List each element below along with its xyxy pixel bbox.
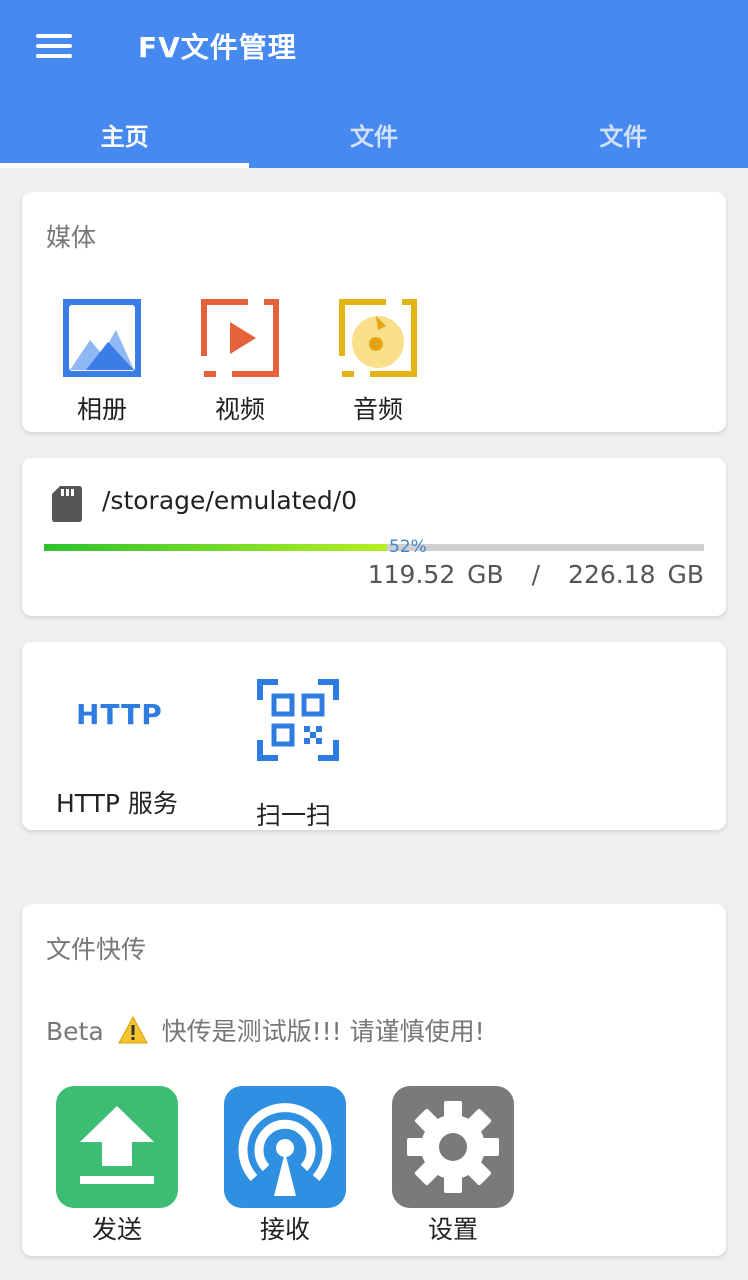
settings-button[interactable]: 设置 [391, 1086, 515, 1246]
beta-prefix: Beta [46, 1017, 104, 1046]
sd-card-icon [52, 486, 82, 522]
http-icon: HTTP [76, 698, 163, 731]
storage-separator: / [531, 560, 541, 589]
scan-button[interactable]: 扫一扫 [256, 678, 340, 832]
photo-album-label: 相册 [76, 395, 127, 424]
tab-bar: 主页 文件 文件 [0, 100, 748, 168]
tab-files-2[interactable]: 文件 [499, 100, 748, 168]
storage-path: /storage/emulated/0 [102, 486, 358, 515]
storage-size: 119.52 GB / 226.18 GB [368, 560, 704, 589]
storage-progress-bar [44, 544, 704, 551]
scan-label: 扫一扫 [256, 801, 332, 830]
tools-card: HTTP HTTP 服务 扫一扫 [22, 642, 726, 830]
media-title: 媒体 [46, 223, 97, 252]
send-label: 发送 [91, 1215, 142, 1244]
file-transfer-card: 文件快传 Beta 快传是测试版!!! 请谨慎使用! 发送 接收 设置 [22, 904, 726, 1256]
video-label: 视频 [214, 395, 265, 424]
tab-home[interactable]: 主页 [0, 100, 249, 168]
send-icon [56, 1086, 178, 1208]
beta-warning: Beta 快传是测试版!!! 请谨慎使用! [46, 1012, 485, 1048]
storage-progress-fill [44, 544, 387, 551]
media-card: 媒体 相册 视频 音频 [22, 192, 726, 432]
send-button[interactable]: 发送 [55, 1086, 179, 1246]
app-bar: FV文件管理 主页 文件 文件 [0, 0, 748, 168]
app-title: FV文件管理 [138, 31, 297, 64]
http-service-button[interactable]: HTTP HTTP 服务 [56, 698, 178, 820]
photo-album-button[interactable]: 相册 [52, 296, 152, 426]
photo-album-icon [63, 299, 141, 377]
audio-label: 音频 [352, 395, 403, 424]
video-button[interactable]: 视频 [190, 296, 290, 426]
tab-files-1[interactable]: 文件 [249, 100, 498, 168]
receive-icon [224, 1086, 346, 1208]
receive-label: 接收 [259, 1215, 310, 1244]
video-icon [201, 299, 279, 377]
warning-icon [117, 1016, 148, 1044]
storage-percent: 52% [389, 537, 427, 557]
qr-scan-icon [257, 679, 339, 761]
menu-icon[interactable] [36, 34, 72, 58]
audio-icon [339, 299, 417, 377]
http-service-label: HTTP 服务 [56, 789, 178, 818]
storage-total: 226.18 GB [568, 560, 704, 589]
receive-button[interactable]: 接收 [223, 1086, 347, 1246]
storage-card[interactable]: /storage/emulated/0 52% 119.52 GB / 226.… [22, 458, 726, 616]
file-transfer-title: 文件快传 [46, 935, 147, 964]
beta-text: 快传是测试版!!! 请谨慎使用! [161, 1017, 485, 1046]
settings-label: 设置 [427, 1215, 478, 1244]
audio-button[interactable]: 音频 [328, 296, 428, 426]
tab-indicator [0, 163, 249, 168]
storage-used: 119.52 GB [367, 560, 504, 589]
gear-icon [392, 1086, 514, 1208]
